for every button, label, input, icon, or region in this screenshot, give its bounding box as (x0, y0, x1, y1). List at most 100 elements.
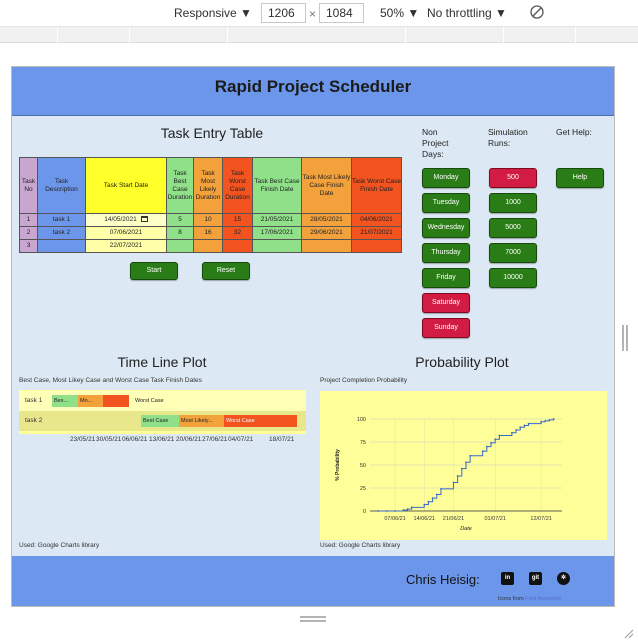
likely-finish-cell: 29/06/2021 (301, 226, 352, 240)
probability-used-note: Used: Google Charts library (320, 542, 401, 549)
best-case-bar[interactable]: Bes... (52, 395, 78, 407)
codewars-icon[interactable]: ✲ (557, 572, 570, 585)
task-start-date-input[interactable]: 14/05/2021 (85, 213, 167, 227)
header-likely-duration: Task Most Likely Duration (193, 157, 223, 214)
simulation-run-button-500[interactable]: 500 (489, 168, 537, 188)
font-awesome-link[interactable]: Font Awesome (525, 596, 561, 602)
viewport-width-input[interactable]: 1206 (261, 3, 306, 23)
worst-finish-cell: 21/07/2021 (351, 226, 402, 240)
start-button[interactable]: Start (130, 262, 178, 280)
viewport-resize-handle-bottom[interactable] (300, 616, 326, 622)
task-start-date-input[interactable]: 07/06/2021 (85, 226, 167, 240)
data-point (511, 431, 513, 434)
best-case-bar[interactable]: Best Case (141, 415, 179, 427)
best-duration-input[interactable] (166, 239, 194, 253)
task-start-date-input[interactable]: 22/07/2021 (85, 239, 167, 253)
task-description-input[interactable]: task 1 (37, 213, 86, 227)
data-point (377, 510, 380, 512)
media-query-ruler[interactable] (0, 27, 638, 43)
worst-duration-input[interactable]: 32 (222, 226, 253, 240)
data-point (485, 445, 488, 448)
x-tick-label: 12/07/21 (530, 516, 551, 522)
timeline-subtitle: Best Case, Most Likey Case and Worst Cas… (19, 377, 202, 384)
data-point (469, 454, 472, 457)
probability-chart: 0 25 50 75 100 07/06/21 14/06/21 21/06/21 01/07/… (320, 391, 607, 540)
day-button-monday[interactable]: Monday (422, 168, 470, 188)
simulation-runs-title: Simulation Runs: (488, 127, 528, 148)
likely-duration-input[interactable]: 16 (193, 226, 223, 240)
page-title: Rapid Project Scheduler (214, 77, 412, 96)
worst-duration-input[interactable] (222, 239, 253, 253)
y-tick-label: 100 (357, 417, 366, 423)
worst-duration-input[interactable]: 15 (222, 213, 253, 227)
data-point (498, 434, 501, 437)
best-duration-input[interactable]: 8 (166, 226, 194, 240)
timeline-row-label: task 2 (25, 417, 43, 424)
git-icon[interactable]: git (529, 572, 542, 585)
table-row: 2 task 2 07/06/2021 8 16 32 17/06/2021 2… (19, 226, 402, 240)
timeline-row-label: task 1 (25, 397, 43, 404)
likely-finish-cell: 28/05/2021 (301, 213, 352, 227)
data-point (406, 508, 409, 511)
reset-button[interactable]: Reset (202, 262, 250, 280)
simulation-run-button-10000[interactable]: 10000 (489, 268, 537, 288)
throttling-label: No throttling (427, 6, 492, 20)
rotate-icon[interactable] (530, 5, 544, 19)
simulation-run-button-5000[interactable]: 5000 (489, 218, 537, 238)
data-point (527, 422, 530, 425)
worst-case-bar[interactable]: Worst Case (224, 415, 297, 427)
help-button[interactable]: Help (556, 168, 604, 188)
day-button-thursday[interactable]: Thursday (422, 243, 470, 263)
worst-case-bar[interactable] (103, 395, 129, 407)
data-point (460, 467, 463, 470)
timeline-used-note: Used: Google Charts library (19, 542, 100, 549)
likely-duration-input[interactable]: 10 (193, 213, 223, 227)
data-point (456, 475, 459, 477)
zoom-select[interactable]: 50% ▼ (380, 6, 419, 20)
probability-subtitle: Project Completion Probability (320, 377, 408, 384)
day-button-sunday[interactable]: Sunday (422, 318, 470, 338)
viewport-height-input[interactable]: 1084 (319, 3, 364, 23)
data-point (440, 488, 442, 490)
day-button-friday[interactable]: Friday (422, 268, 470, 288)
non-project-days-title: Non Project Days: (422, 127, 449, 159)
data-point (552, 418, 555, 420)
viewport-resize-handle-right[interactable] (622, 325, 628, 351)
timeline-axis-tick: 18/07/21 (269, 436, 295, 443)
device-mode-select[interactable]: Responsive ▼ (174, 6, 252, 20)
timeline-title: Time Line Plot (117, 354, 207, 370)
header-best-finish: Task Best Case Finish Date (252, 157, 302, 214)
worst-finish-cell: 04/06/2021 (351, 213, 402, 227)
chevron-down-icon: ▼ (240, 6, 252, 20)
get-help-title: Get Help: (556, 127, 592, 137)
best-finish-cell: 17/06/2021 (252, 226, 302, 240)
zoom-label: 50% (380, 6, 405, 20)
data-point (548, 419, 551, 421)
simulation-run-button-1000[interactable]: 1000 (489, 193, 537, 213)
header-task-description: Task Description (37, 157, 86, 214)
table-row: 1 task 1 14/05/2021 5 10 15 21/05/2021 2… (19, 213, 402, 227)
simulation-run-button-7000[interactable]: 7000 (489, 243, 537, 263)
throttling-select[interactable]: No throttling ▼ (427, 6, 507, 20)
data-point (519, 426, 522, 429)
header-task-start-date: Task Start Date (85, 157, 167, 214)
table-header-row: Task No Task Description Task Start Date… (19, 157, 402, 214)
day-button-tuesday[interactable]: Tuesday (422, 193, 470, 213)
y-tick-label: 0 (363, 509, 366, 515)
timeline-axis-tick: 04/07/21 (228, 436, 254, 443)
likely-case-bar[interactable]: Mo... (78, 395, 103, 407)
x-tick-label: 07/06/21 (384, 516, 405, 522)
task-description-input[interactable]: task 2 (37, 226, 86, 240)
resize-corner-icon[interactable] (624, 629, 634, 639)
day-button-wednesday[interactable]: Wednesday (422, 218, 470, 238)
day-button-saturday[interactable]: Saturday (422, 293, 470, 313)
likely-finish-cell (301, 239, 352, 253)
likely-case-bar[interactable]: Most Likely... (179, 415, 224, 427)
linkedin-icon[interactable]: in (501, 572, 514, 585)
header-best-duration: Task Best Case Duration (166, 157, 194, 214)
best-duration-input[interactable]: 5 (166, 213, 194, 227)
data-point (465, 461, 467, 464)
calendar-icon[interactable] (140, 216, 148, 223)
task-description-input[interactable] (37, 239, 86, 253)
likely-duration-input[interactable] (193, 239, 223, 253)
